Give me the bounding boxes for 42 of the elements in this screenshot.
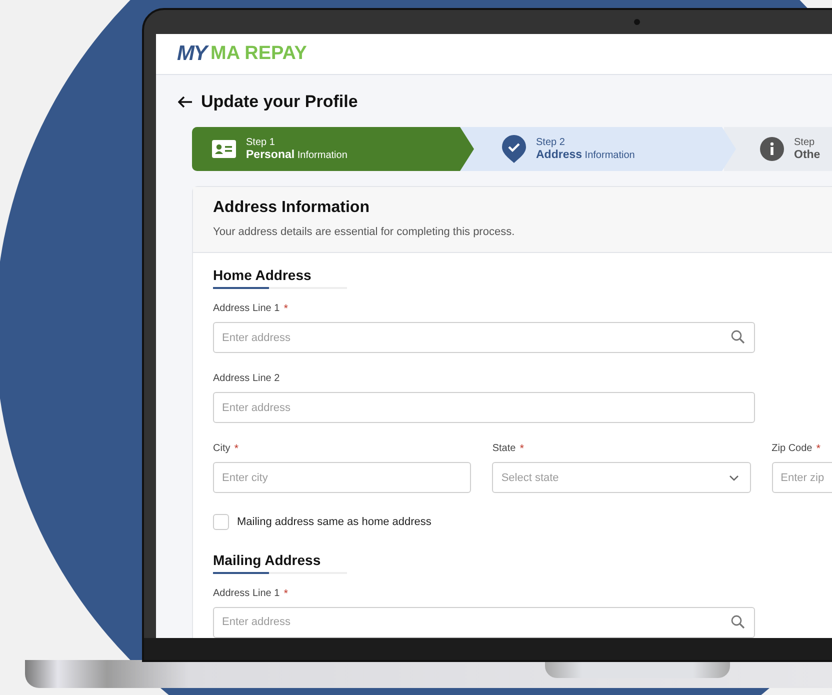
step-tab[interactable]: Step 1 Personal Information — [192, 127, 474, 171]
field-label: State — [492, 443, 516, 455]
checkbox[interactable] — [213, 514, 229, 530]
step-title: Othe — [794, 148, 820, 162]
field-label: Address Line 1 — [213, 588, 280, 600]
card-title: Address Information — [213, 198, 370, 218]
card-subtitle: Your address details are essential for completing this process. — [213, 225, 516, 240]
field-label: City — [213, 443, 230, 455]
search-icon — [731, 614, 745, 628]
chevron-down-icon — [728, 475, 739, 481]
step-number: Step 2 — [536, 136, 566, 148]
state-select[interactable]: Select state — [492, 462, 751, 493]
field-label: Address Line 2 — [213, 373, 280, 385]
checkbox-label: Mailing address same as home address — [237, 515, 432, 530]
logo-text: MA REPAY — [210, 42, 307, 66]
input-field[interactable]: Enter address — [213, 322, 755, 353]
logo-mark: MY — [177, 38, 206, 70]
step-tab[interactable]: Step 2 Address Information — [460, 127, 736, 171]
required-mark: * — [816, 443, 821, 455]
page-title: Update your Profile — [201, 91, 358, 114]
id-card-icon — [212, 140, 236, 158]
back-arrow-icon[interactable] — [178, 96, 192, 108]
step-number: Step — [794, 136, 816, 148]
step-number: Step 1 — [246, 136, 276, 148]
step-title: Personal Information — [246, 148, 348, 162]
search-icon — [731, 330, 745, 344]
required-mark: * — [520, 443, 524, 455]
required-mark: * — [284, 588, 288, 600]
field-label: Address Line 1 — [213, 303, 280, 315]
input-field[interactable]: Enter city — [213, 462, 472, 493]
field-label: Zip Code — [772, 443, 812, 455]
input-field[interactable]: Enter address — [213, 606, 755, 638]
input-field[interactable]: Enter zip — [772, 462, 832, 493]
section-heading: Mailing Address — [213, 550, 321, 568]
step-title: Address Information — [536, 148, 635, 162]
required-mark: * — [284, 303, 288, 315]
step-tab[interactable]: Step Othe — [724, 127, 832, 171]
location-pin-check-icon — [502, 135, 526, 163]
required-mark: * — [234, 443, 239, 455]
info-icon — [760, 137, 784, 161]
input-field[interactable]: Enter address — [213, 392, 755, 423]
section-heading: Home Address — [213, 266, 312, 284]
